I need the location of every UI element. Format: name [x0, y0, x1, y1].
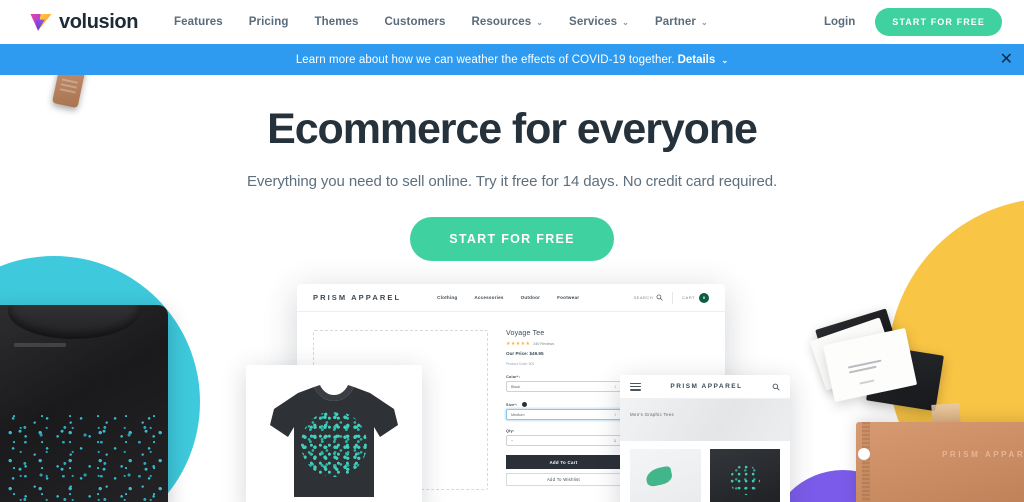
star-rating-icon: ★★★★★ [506, 341, 531, 347]
box-brand-label: PRISM APPAREL [942, 450, 1024, 459]
shipping-box: PRISM APPAREL [856, 422, 1024, 502]
close-icon[interactable]: ✕ [1000, 51, 1013, 68]
mobile-store-logo: PRISM APPAREL [670, 383, 743, 390]
nav-item-customers[interactable]: Customers [385, 16, 446, 28]
required-indicator-icon [521, 402, 527, 407]
size-select-value: Medium [511, 412, 525, 417]
brand-logo-link[interactable]: volusion [30, 11, 138, 34]
hero-subtitle: Everything you need to sell online. Try … [246, 173, 778, 191]
nav-item-services-label: Services [569, 16, 618, 28]
mobile-store-mockup: PRISM APPAREL Men's Graphic Tees [620, 375, 790, 502]
tee-graphic-green-icon [644, 465, 673, 488]
chevron-updown-icon: ↕ [614, 384, 616, 389]
announcement-banner: Learn more about how we can weather the … [0, 44, 1024, 75]
size-select[interactable]: Medium ↕ [506, 409, 621, 420]
volusion-diamond-logo-icon [30, 14, 52, 31]
nav-start-for-free-button[interactable]: START FOR FREE [875, 8, 1002, 36]
nav-item-customers-label: Customers [384, 16, 446, 28]
product-title: Voyage Tee [506, 330, 545, 337]
page-root: PRISM APPAREL Clothing Accessories Outdo… [0, 0, 1024, 502]
tee-graphic-teal-icon [729, 465, 760, 496]
top-navigation-bar: volusion Features Pricing Themes Custome… [0, 0, 1024, 44]
nav-item-pricing-label: Pricing [248, 16, 289, 28]
add-to-cart-button[interactable]: Add To Cart [506, 455, 621, 469]
folded-tshirt-photo [0, 305, 168, 502]
cart-badge[interactable]: 0 [699, 292, 709, 303]
store-nav-link-accessories[interactable]: Accessories [474, 295, 503, 300]
nav-item-services[interactable]: Services ⌄ [569, 16, 629, 28]
announcement-text: Learn more about how we can weather the … [295, 53, 675, 66]
store-logo: PRISM APPAREL [313, 293, 402, 302]
page-title: Ecommerce for everyone [267, 105, 758, 153]
nav-item-themes-label: Themes [314, 16, 359, 28]
mobile-product-tile-white-tee[interactable] [630, 449, 701, 502]
qty-field-label: Qty: [506, 429, 515, 433]
quantity-stepper[interactable]: − 1 [506, 435, 621, 446]
store-nav: PRISM APPAREL Clothing Accessories Outdo… [297, 284, 725, 312]
chevron-down-icon: ⌄ [700, 18, 708, 27]
search-icon[interactable] [772, 383, 780, 391]
chevron-down-icon: ⌄ [721, 55, 729, 65]
store-nav-link-clothing[interactable]: Clothing [437, 295, 457, 300]
primary-nav: Features Pricing Themes Customers Resour… [174, 16, 734, 28]
box-flap-edge [862, 422, 870, 502]
product-info: Voyage Tee ★★★★★ 240 Reviews Our Price: … [506, 330, 621, 490]
nav-item-pricing[interactable]: Pricing [249, 16, 289, 28]
mobile-hero-banner: Men's Graphic Tees [620, 399, 790, 441]
chevron-updown-icon: ↕ [614, 412, 616, 417]
qty-decrement-icon[interactable]: − [511, 439, 513, 443]
size-label-text: Size*: [506, 403, 518, 407]
mobile-product-grid [620, 441, 790, 502]
store-cart-label: CART [682, 295, 695, 300]
nav-item-resources-label: Resources [471, 16, 532, 28]
size-field-label: Size*: [506, 401, 621, 407]
tshirt-speckle-pattern [0, 413, 166, 502]
product-price: Our Price: $49.95 [506, 351, 544, 356]
tshirt-collar [8, 305, 140, 339]
qty-value: 1 [613, 438, 616, 443]
store-nav-divider [672, 291, 674, 304]
mobile-category-label: Men's Graphic Tees [630, 412, 674, 417]
search-icon[interactable] [656, 294, 663, 301]
nav-actions: Login START FOR FREE [824, 8, 1002, 36]
store-nav-links: Clothing Accessories Outdoor Footwear [437, 295, 596, 300]
hamburger-icon[interactable] [630, 382, 641, 391]
add-to-wishlist-button[interactable]: Add To Wishlist [506, 473, 621, 486]
tshirt-product-card [246, 365, 422, 502]
mobile-product-tile-black-tee[interactable] [709, 449, 780, 502]
nav-item-resources[interactable]: Resources ⌄ [472, 16, 544, 28]
tshirt-inner-label [14, 343, 66, 347]
brand-name: volusion [59, 10, 139, 33]
announcement-details-label: Details [677, 53, 716, 66]
nav-item-partner[interactable]: Partner ⌄ [655, 16, 708, 28]
tshirt-circle-graphic [301, 411, 367, 477]
color-select-value: Black [511, 384, 521, 389]
box-notch [858, 448, 870, 460]
nav-item-features-label: Features [174, 16, 223, 28]
store-nav-link-footwear[interactable]: Footwear [557, 295, 579, 300]
hero-start-for-free-button[interactable]: START FOR FREE [410, 217, 614, 262]
chevron-down-icon: ⌄ [536, 18, 544, 27]
store-nav-link-outdoor[interactable]: Outdoor [521, 295, 541, 300]
chevron-down-icon: ⌄ [622, 18, 629, 27]
store-search-label: SEARCH [633, 295, 654, 300]
announcement-details-link[interactable]: Details ⌄ [678, 54, 729, 66]
product-rating: ★★★★★ 240 Reviews [506, 341, 621, 347]
nav-item-themes[interactable]: Themes [314, 16, 358, 28]
store-nav-utilities: SEARCH CART 0 [633, 291, 709, 304]
review-count[interactable]: 240 Reviews [533, 342, 554, 346]
color-select[interactable]: Black ↕ [506, 381, 621, 392]
nav-item-partner-label: Partner [654, 16, 696, 28]
color-field-label: Color*: [506, 375, 521, 379]
nav-item-features[interactable]: Features [174, 16, 223, 28]
login-link[interactable]: Login [824, 16, 855, 28]
mobile-nav: PRISM APPAREL [620, 375, 790, 399]
hero-section: Ecommerce for everyone Everything you ne… [0, 75, 1024, 262]
product-code: Product Code: 901 [506, 362, 535, 366]
